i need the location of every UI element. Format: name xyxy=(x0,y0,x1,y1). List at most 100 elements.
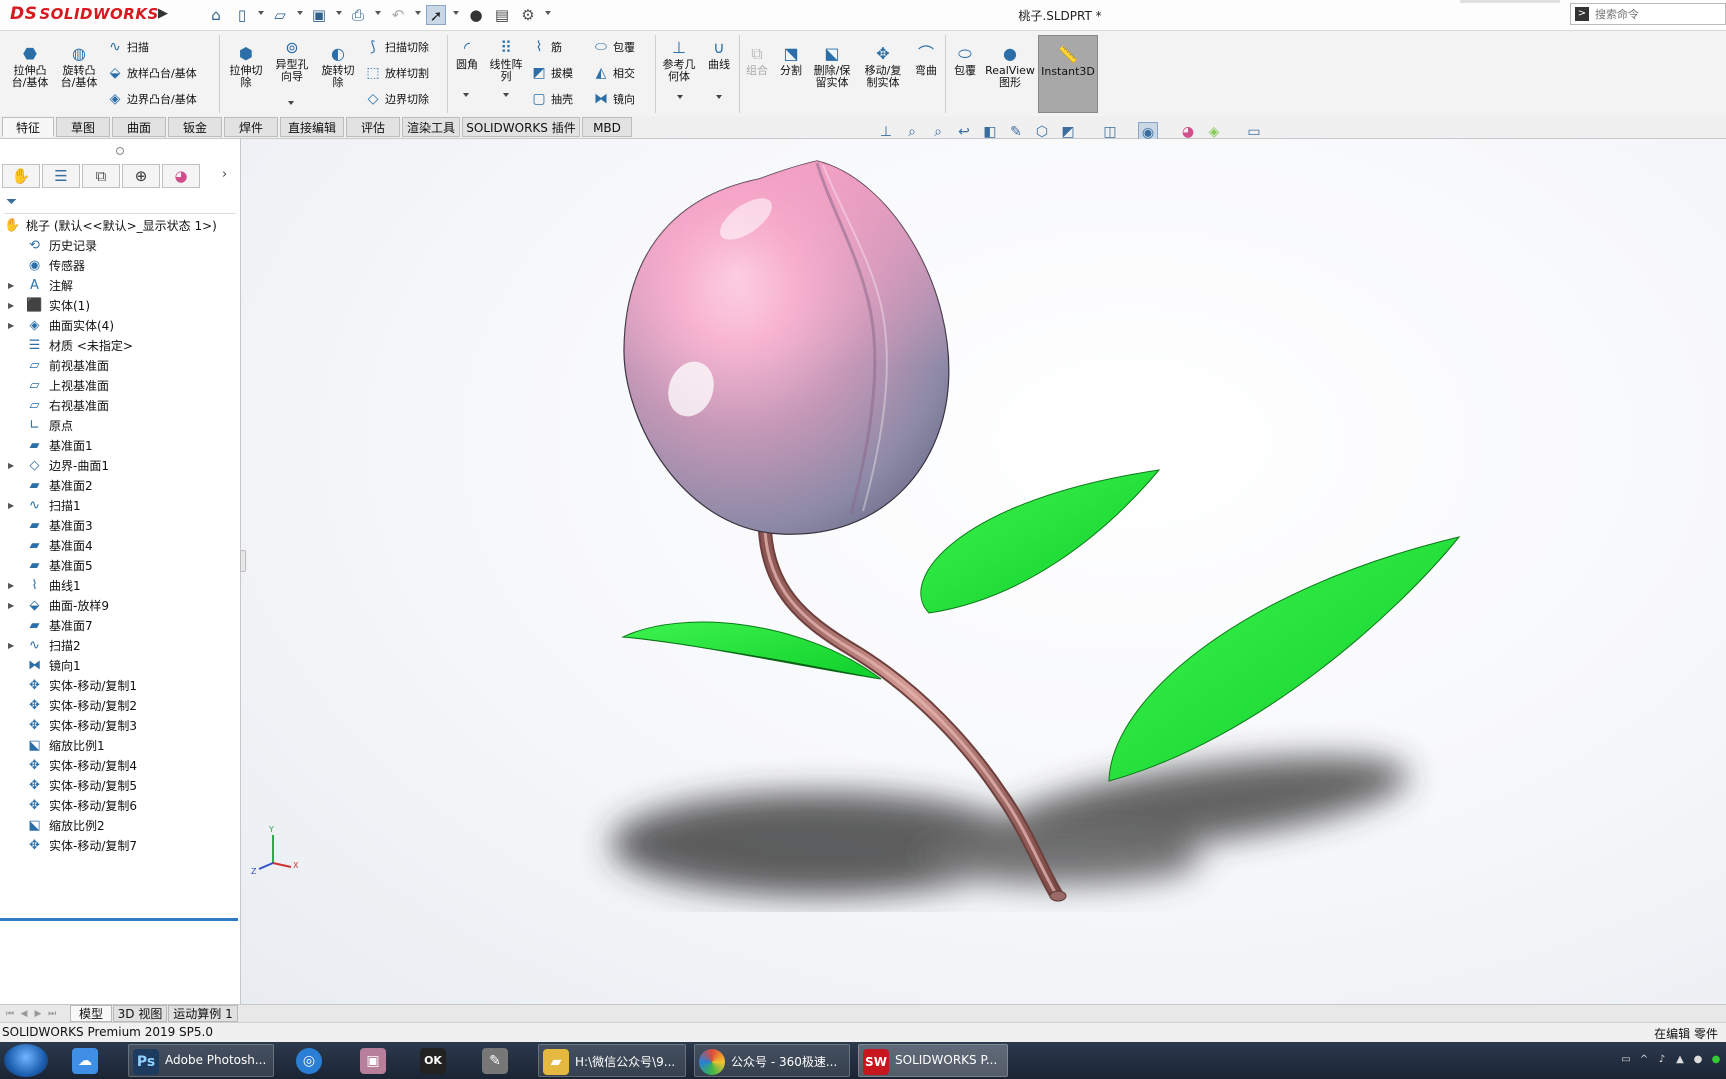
tree-item[interactable]: ▶ ∿ 扫描2 xyxy=(0,636,240,656)
expand-arrow-icon[interactable]: ▶ xyxy=(8,456,16,476)
tree-item[interactable]: ▱ 前视基准面 xyxy=(0,356,240,376)
expand-arrow-icon[interactable]: ▶ xyxy=(8,296,16,316)
taskbar-item-baidu-netdisk[interactable]: ☁ xyxy=(68,1044,108,1077)
keyboard-icon[interactable]: ▭ xyxy=(1620,1054,1632,1066)
taskbar-item-tool[interactable]: ✎ xyxy=(478,1044,518,1077)
feature-manager-tab[interactable]: ✋ xyxy=(2,164,40,188)
tree-item[interactable]: ▶ A 注解 xyxy=(0,276,240,296)
flex-button[interactable]: ⌒ 弯曲 xyxy=(910,45,942,77)
select-arrow-icon[interactable]: ➚ xyxy=(426,5,446,25)
network-icon[interactable]: ▲ xyxy=(1674,1054,1686,1066)
previous-tab-arrow-icon[interactable]: ◀ xyxy=(18,1008,30,1020)
chevron-down-icon[interactable] xyxy=(677,95,683,99)
tab-evaluate[interactable]: 评估 xyxy=(346,117,400,137)
tree-item[interactable]: ▰ 基准面1 xyxy=(0,436,240,456)
chevron-right-icon[interactable]: › xyxy=(222,167,234,182)
tab-weldments[interactable]: 焊件 xyxy=(224,117,278,137)
tab-features[interactable]: 特征 xyxy=(2,117,54,137)
tab-sheet-metal[interactable]: 钣金 xyxy=(168,117,222,137)
rib-button[interactable]: ⌇ 筋 xyxy=(530,37,562,57)
chevron-down-icon[interactable] xyxy=(415,11,421,15)
expand-arrow-icon[interactable]: ▶ xyxy=(8,596,16,616)
tree-item[interactable]: ⬕ 缩放比例1 xyxy=(0,736,240,756)
tree-item[interactable]: ▶ ⌇ 曲线1 xyxy=(0,576,240,596)
home-icon[interactable]: ⌂ xyxy=(206,5,226,25)
tree-item[interactable]: ⧓ 镜向1 xyxy=(0,656,240,676)
tree-item[interactable]: ▰ 基准面3 xyxy=(0,516,240,536)
tree-item[interactable]: ▶ ⬛ 实体(1) xyxy=(0,296,240,316)
hole-wizard-button[interactable]: ⊚ 异型孔 向导 xyxy=(270,39,314,83)
tree-item[interactable]: ▶ ◇ 边界-曲面1 xyxy=(0,456,240,476)
chevron-down-icon[interactable] xyxy=(716,95,722,99)
extrude-boss-button[interactable]: ⬣ 拉伸凸 台/基体 xyxy=(8,45,52,89)
fillet-button[interactable]: ◜ 圆角 xyxy=(450,39,484,71)
print-icon[interactable]: ⎙ xyxy=(348,5,368,25)
tree-item[interactable]: ▶ ◈ 曲面实体(4) xyxy=(0,316,240,336)
wrap-button[interactable]: ⬭ 包覆 xyxy=(592,37,635,57)
revolve-boss-button[interactable]: ◍ 旋转凸 台/基体 xyxy=(57,45,101,89)
extrude-cut-button[interactable]: ⬢ 拉伸切 除 xyxy=(224,45,268,89)
new-document-icon[interactable]: ▯ xyxy=(232,5,252,25)
tree-item[interactable]: ▰ 基准面7 xyxy=(0,616,240,636)
boundary-boss-button[interactable]: ◈ 边界凸台/基体 xyxy=(106,89,197,109)
wrap2-button[interactable]: ⬭ 包覆 xyxy=(948,45,982,77)
reference-geometry-button[interactable]: ⊥ 参考几 何体 xyxy=(658,39,700,83)
expand-arrow-icon[interactable]: ▶ xyxy=(8,636,16,656)
chevron-down-icon[interactable] xyxy=(288,101,294,105)
tree-item[interactable]: ✥ 实体-移动/复制4 xyxy=(0,756,240,776)
graphics-viewport[interactable]: Y X Z xyxy=(241,139,1726,1004)
tree-item[interactable]: ▰ 基准面5 xyxy=(0,556,240,576)
tree-item[interactable]: ▶ ⬙ 曲面-放样9 xyxy=(0,596,240,616)
draft-button[interactable]: ◩ 拔模 xyxy=(530,63,573,83)
swept-cut-button[interactable]: ⟆ 扫描切除 xyxy=(364,37,429,57)
chevron-down-icon[interactable] xyxy=(503,93,509,97)
shell-button[interactable]: ▢ 抽壳 xyxy=(530,89,573,109)
notification-icon[interactable]: ♪ xyxy=(1656,1054,1668,1066)
tab-motion-study[interactable]: 运动算例 1 xyxy=(168,1005,238,1022)
instant3d-button[interactable]: 📏 Instant3D xyxy=(1038,35,1098,113)
configuration-manager-tab[interactable]: ⧉ xyxy=(82,164,120,188)
tree-item[interactable]: ▰ 基准面2 xyxy=(0,476,240,496)
search-input[interactable] xyxy=(1595,6,1723,22)
chevron-down-icon[interactable] xyxy=(463,93,469,97)
search-box[interactable]: > xyxy=(1570,3,1726,25)
dimxpert-manager-tab[interactable]: ⊕ xyxy=(122,164,160,188)
tree-filter[interactable]: ⏷ xyxy=(4,193,236,214)
save-icon[interactable]: ▣ xyxy=(309,5,329,25)
boundary-cut-button[interactable]: ◇ 边界切除 xyxy=(364,89,429,109)
property-manager-tab[interactable]: ☰ xyxy=(42,164,80,188)
mirror-button[interactable]: ⧓ 镜向 xyxy=(592,89,635,109)
tray-expand-icon[interactable]: ^ xyxy=(1638,1054,1650,1066)
tree-item[interactable]: ✥ 实体-移动/复制6 xyxy=(0,796,240,816)
tree-item[interactable]: ✥ 实体-移动/复制5 xyxy=(0,776,240,796)
chevron-down-icon[interactable] xyxy=(336,11,342,15)
tab-sketch[interactable]: 草图 xyxy=(56,117,110,137)
tree-item[interactable]: ☰ 材质 <未指定> xyxy=(0,336,240,356)
linear-pattern-button[interactable]: ⠿ 线性阵 列 xyxy=(486,39,526,83)
start-button[interactable] xyxy=(4,1044,48,1077)
tab-direct-editing[interactable]: 直接编辑 xyxy=(280,117,344,137)
move-copy-body-button[interactable]: ✥ 移动/复 制实体 xyxy=(858,45,908,89)
tree-item[interactable]: ✥ 实体-移动/复制2 xyxy=(0,696,240,716)
file-properties-icon[interactable]: ▤ xyxy=(492,5,512,25)
combine-button[interactable]: ⧉ 组合 xyxy=(740,45,774,77)
taskbar-item-ok-recorder[interactable]: OK xyxy=(416,1044,456,1077)
expand-arrow-icon[interactable]: ▶ xyxy=(8,576,16,596)
taskbar-item-solidworks[interactable]: SW SOLIDWORKS P... xyxy=(858,1044,1008,1077)
tree-item[interactable]: ∟ 原点 xyxy=(0,416,240,436)
panel-collapse-handle[interactable] xyxy=(116,147,124,155)
tree-item[interactable]: ▰ 基准面4 xyxy=(0,536,240,556)
tab-surfaces[interactable]: 曲面 xyxy=(112,117,166,137)
chevron-down-icon[interactable] xyxy=(545,11,551,15)
chevron-down-icon[interactable] xyxy=(375,11,381,15)
open-folder-icon[interactable]: ▱ xyxy=(270,5,290,25)
expand-arrow-icon[interactable]: ▶ xyxy=(8,276,16,296)
taskbar-item-360-browser[interactable]: 公众号 - 360极速... xyxy=(694,1044,850,1077)
qq-icon[interactable]: ● xyxy=(1692,1054,1704,1066)
split-button[interactable]: ⬔ 分割 xyxy=(774,45,808,77)
tree-item[interactable]: ▱ 右视基准面 xyxy=(0,396,240,416)
traffic-light-icon[interactable]: ● xyxy=(466,5,486,25)
panel-splitter-handle[interactable] xyxy=(240,550,246,572)
tab-solidworks-addins[interactable]: SOLIDWORKS 插件 xyxy=(462,117,580,137)
tree-item[interactable]: ⬕ 缩放比例2 xyxy=(0,816,240,836)
